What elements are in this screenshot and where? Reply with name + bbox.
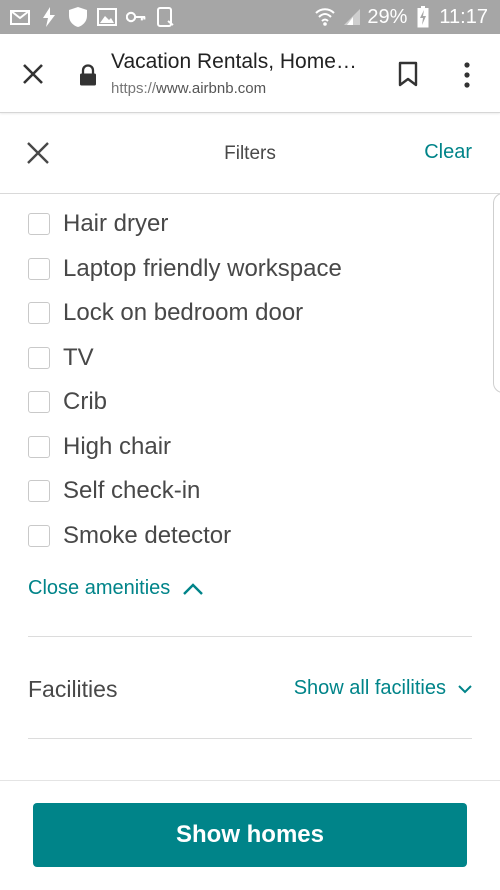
signal-icon xyxy=(341,8,361,26)
amenity-high-chair[interactable]: High chair xyxy=(28,425,342,470)
amenity-label: Self check-in xyxy=(63,477,201,505)
chevron-down-icon xyxy=(458,684,472,693)
amenity-label: Smoke detector xyxy=(63,521,232,549)
amenity-hair-dryer[interactable]: Hair dryer xyxy=(28,202,342,247)
key-icon xyxy=(126,8,146,26)
shield-icon xyxy=(68,7,88,27)
divider xyxy=(28,738,472,739)
checkbox[interactable] xyxy=(28,435,50,458)
checkbox[interactable] xyxy=(28,346,50,369)
bottom-action-bar: Show homes xyxy=(0,780,500,890)
amenity-laptop-friendly-workspace[interactable]: Laptop friendly workspace xyxy=(28,247,342,292)
amenity-self-check-in[interactable]: Self check-in xyxy=(28,469,342,514)
amenity-label: Laptop friendly workspace xyxy=(63,254,342,282)
system-status: 29% 11:17 xyxy=(315,4,488,30)
close-tab-icon[interactable] xyxy=(20,61,46,87)
close-amenities-label: Close amenities xyxy=(28,577,171,599)
page-url[interactable]: https://www.airbnb.com xyxy=(111,80,266,97)
email-icon xyxy=(10,8,30,26)
filters-header: Filters Clear xyxy=(0,113,500,194)
clock: 11:17 xyxy=(439,5,488,28)
divider xyxy=(28,636,472,637)
amenity-label: Crib xyxy=(63,388,108,416)
browser-toolbar: Vacation Rentals, Home… https://www.airb… xyxy=(0,34,500,113)
amenity-smoke-detector[interactable]: Smoke detector xyxy=(28,514,342,559)
chevron-up-icon xyxy=(183,582,204,595)
scroll-edge xyxy=(493,193,500,393)
amenity-lock-on-bedroom-door[interactable]: Lock on bedroom door xyxy=(28,291,342,336)
checkbox[interactable] xyxy=(28,391,50,414)
amenity-crib[interactable]: Crib xyxy=(28,380,342,425)
page-title[interactable]: Vacation Rentals, Home… xyxy=(111,50,371,74)
notification-icons xyxy=(10,6,175,28)
amenity-label: TV xyxy=(63,343,94,371)
battery-percent: 29% xyxy=(367,5,408,28)
more-options-icon[interactable] xyxy=(457,61,477,89)
amenity-label: Lock on bedroom door xyxy=(63,299,304,327)
checkbox[interactable] xyxy=(28,213,50,236)
facilities-heading: Facilities xyxy=(28,676,118,702)
url-scheme: https:// xyxy=(111,80,157,97)
image-icon xyxy=(97,8,117,26)
amenity-tv[interactable]: TV xyxy=(28,336,342,381)
close-amenities-button[interactable]: Close amenities xyxy=(28,577,204,600)
amenity-label: Hair dryer xyxy=(63,210,169,238)
checkbox[interactable] xyxy=(28,480,50,503)
url-host: www.airbnb.com xyxy=(156,80,267,97)
show-all-facilities-label: Show all facilities xyxy=(293,677,446,699)
flash-icon xyxy=(39,7,59,27)
battery-charging-icon xyxy=(413,6,433,28)
show-homes-button[interactable]: Show homes xyxy=(33,803,467,867)
clear-filters-button[interactable]: Clear xyxy=(424,141,472,164)
checkbox[interactable] xyxy=(28,257,50,280)
status-bar: 29% 11:17 xyxy=(0,0,500,34)
checkbox[interactable] xyxy=(28,524,50,547)
checkbox[interactable] xyxy=(28,302,50,325)
amenities-list: Hair dryer Laptop friendly workspace Loc… xyxy=(28,202,342,558)
amenity-label: High chair xyxy=(63,432,172,460)
lock-icon xyxy=(79,64,97,86)
cast-icon xyxy=(155,7,175,27)
wifi-icon xyxy=(315,8,336,26)
bookmark-icon[interactable] xyxy=(397,61,419,87)
show-all-facilities-button[interactable]: Show all facilities xyxy=(294,677,472,700)
